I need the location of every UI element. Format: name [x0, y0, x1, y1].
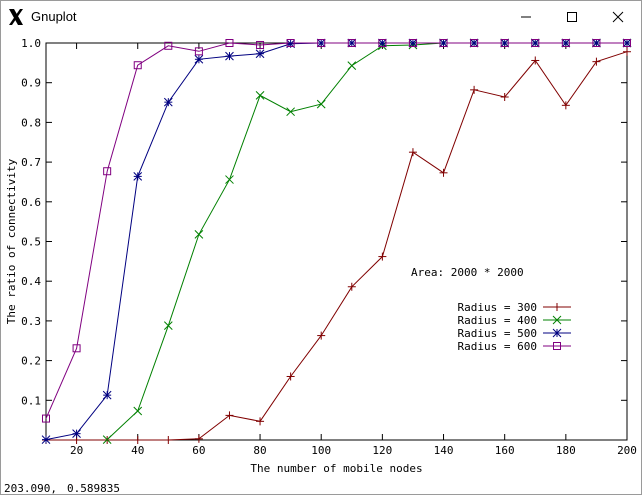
series-line-1	[46, 51, 628, 441]
maximize-button[interactable]	[549, 1, 595, 32]
data-point-s1	[286, 372, 295, 381]
maximize-icon	[567, 12, 577, 22]
data-point-s3	[163, 97, 173, 107]
data-point-s2	[194, 230, 204, 239]
minimize-button[interactable]	[503, 1, 549, 32]
data-point-s3	[255, 49, 265, 59]
plot-area[interactable]: 20 40 60 80 100 120 140 160 180 200 0.1 0.2 0.3 0.4 0.…	[1, 32, 641, 480]
y-tick-label: 0.7	[21, 156, 41, 169]
y-axis-label: The ratio of connectivity	[5, 158, 18, 324]
data-point-s1	[194, 434, 203, 443]
data-point-s3	[500, 38, 510, 48]
x-tick-label: 160	[495, 444, 515, 457]
x-tick-label: 100	[311, 444, 331, 457]
legend-label: Radius = 400	[458, 314, 537, 327]
x-tick-label: 200	[617, 444, 637, 457]
connectivity-chart[interactable]: 20 40 60 80 100 120 140 160 180 200 0.1 0.2 0.3 0.4 0.…	[1, 32, 641, 480]
area-annotation: Area: 2000 * 2000	[411, 266, 524, 279]
series-line-4	[45, 42, 627, 419]
data-point-s3	[439, 38, 448, 48]
data-point-s1	[561, 101, 570, 110]
x-tick-label: 180	[556, 444, 576, 457]
status-x: 203.090,	[4, 482, 57, 495]
data-point-s2	[163, 321, 173, 331]
status-bar: 203.090, 0.589835	[1, 481, 641, 495]
status-y: 0.589835	[67, 482, 120, 495]
x-tick-label: 120	[372, 444, 392, 457]
data-point-s2	[133, 406, 143, 416]
data-point-s3	[530, 38, 540, 48]
data-point-s1	[439, 168, 448, 177]
y-tick-label: 0.5	[21, 236, 41, 249]
data-point-s3	[102, 390, 112, 400]
data-point-s2	[347, 61, 357, 70]
data-point-s2	[316, 99, 326, 109]
data-point-s2	[225, 175, 234, 184]
data-point-s1	[592, 57, 601, 66]
x-tick-label: 60	[192, 444, 205, 457]
y-tick-label: 0.6	[21, 196, 41, 209]
data-point-s1	[470, 85, 479, 94]
window-title: Gnuplot	[31, 9, 77, 24]
data-point-s2	[286, 107, 295, 117]
data-point-s3	[592, 38, 601, 48]
data-point-s3	[408, 38, 418, 48]
data-point-s1	[408, 148, 417, 157]
minimize-icon	[521, 16, 531, 18]
data-point-s3	[378, 38, 387, 48]
data-point-s2	[255, 91, 265, 100]
data-point-s1	[164, 436, 173, 444]
series-line-2	[106, 42, 627, 440]
legend-marker	[553, 303, 561, 311]
legend-label: Radius = 600	[458, 340, 537, 353]
title-bar[interactable]: Gnuplot	[1, 1, 641, 32]
y-tick-label: 1.0	[21, 37, 41, 50]
close-button[interactable]	[595, 1, 641, 32]
y-tick-label: 0.2	[21, 355, 41, 368]
close-icon	[612, 11, 624, 23]
x-tick-label: 20	[70, 444, 83, 457]
data-point-s3	[622, 38, 632, 48]
legend-label: Radius = 300	[458, 301, 537, 314]
x-tick-label: 40	[131, 444, 144, 457]
data-point-s3	[194, 54, 204, 64]
data-point-s3	[347, 38, 357, 48]
data-point-s3	[561, 38, 571, 48]
data-point-s1	[623, 47, 631, 56]
legend-label: Radius = 500	[458, 327, 537, 340]
x-tick-label: 80	[253, 444, 266, 457]
data-point-s3	[41, 435, 51, 444]
x-axis-label: The number of mobile nodes	[250, 462, 422, 475]
y-tick-label: 0.8	[21, 116, 41, 129]
y-tick-label: 0.1	[21, 394, 41, 407]
gnuplot-x-icon	[9, 9, 23, 25]
data-point-s1	[133, 436, 142, 444]
y-tick-label: 0.4	[21, 275, 41, 288]
data-point-s3	[469, 38, 479, 48]
data-point-s3	[316, 38, 326, 48]
data-point-s1	[256, 417, 265, 426]
data-point-s3	[72, 429, 81, 439]
x-tick-label: 140	[434, 444, 454, 457]
plot-border	[45, 42, 628, 441]
data-point-s1	[317, 331, 326, 340]
legend-marker	[552, 328, 562, 338]
y-tick-label: 0.9	[21, 77, 41, 90]
data-point-s3	[225, 51, 234, 61]
gnuplot-window: Gnuplot 20 40 60 80 100 120 140 160 180 200 0.1 0.2…	[0, 0, 642, 495]
series-line-3	[45, 42, 627, 441]
y-tick-label: 0.3	[21, 315, 41, 328]
data-point-s3	[133, 172, 143, 181]
